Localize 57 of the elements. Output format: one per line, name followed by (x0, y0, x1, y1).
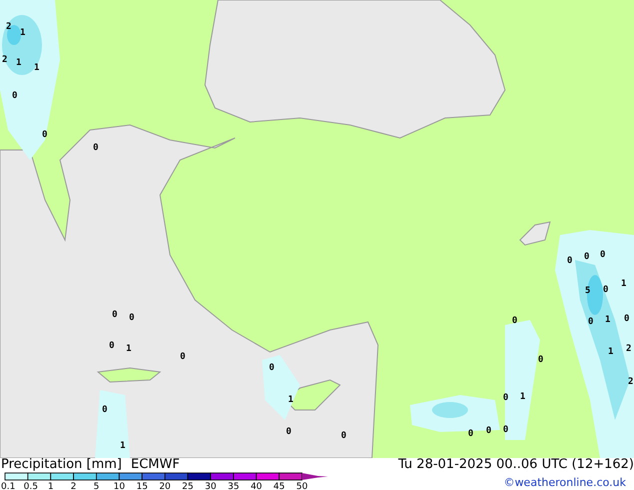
legend-title: Precipitation [mm] (1, 458, 122, 472)
precipitation-value: 1 (20, 28, 26, 38)
scale-arrow-icon (302, 473, 328, 480)
precipitation-value: 0 (102, 405, 108, 415)
precipitation-value: 2 (6, 22, 12, 32)
scale-tick-label: 15 (136, 482, 148, 490)
precipitation-value: 0 (512, 316, 518, 326)
precipitation-value: 1 (288, 395, 294, 405)
precipitation-value: 5 (585, 286, 590, 296)
scale-tick-label: 10 (114, 482, 125, 490)
precipitation-value: 0 (503, 425, 508, 435)
precipitation-value: 1 (120, 441, 126, 451)
precipitation-value: 1 (605, 315, 610, 325)
scale-tick-label: 50 (296, 482, 308, 490)
precipitation-value: 0 (341, 431, 346, 441)
precipitation-value: 2 (2, 55, 8, 65)
precipitation-value: 0 (603, 285, 608, 295)
precipitation-value: 1 (621, 279, 626, 289)
credit-link[interactable]: ©weatheronline.co.uk (504, 476, 626, 489)
valid-time: Tu 28-01-2025 00..06 UTC (12+162) (398, 458, 634, 472)
scale-tick-label: 45 (273, 482, 285, 490)
scale-tick-label: 0.5 (24, 482, 38, 490)
precipitation-value: 0 (584, 252, 590, 262)
precipitation-value: 0 (109, 341, 114, 351)
scale-tick-label: 35 (228, 482, 240, 490)
precipitation-value: 1 (520, 392, 526, 402)
scale-tick-label: 1 (48, 482, 54, 490)
scale-tick-label: 40 (250, 482, 262, 490)
scale-tick-label: 25 (182, 482, 194, 490)
precipitation-value: 0 (468, 429, 474, 439)
precipitation-value: 0 (269, 363, 274, 373)
precipitation-value: 1 (16, 58, 22, 68)
precipitation-value: 0 (600, 250, 606, 260)
precipitation-value: 0 (503, 393, 508, 403)
precipitation-value: 0 (93, 143, 98, 153)
model-name: ECMWF (130, 458, 180, 472)
scale-tick-label: 5 (94, 482, 100, 490)
precipitation-value: 0 (12, 91, 18, 101)
precipitation-value: 0 (286, 427, 292, 437)
precipitation-value: 0 (588, 317, 594, 327)
scale-tick-label: 20 (159, 482, 171, 490)
precipitation-value: 0 (180, 352, 186, 362)
precipitation-value: 2 (626, 344, 632, 354)
scale-tick-label: 0.1 (1, 482, 16, 490)
scale-tick-label: 30 (204, 482, 216, 490)
precipitation-value: 0 (486, 426, 492, 436)
precipitation-value: 1 (34, 63, 40, 73)
precipitation-value: 0 (624, 314, 630, 324)
precipitation-value: 1 (126, 344, 132, 354)
precipitation-value: 0 (42, 130, 48, 140)
precipitation-value: 0 (112, 310, 118, 320)
precipitation-value: 0 (538, 355, 544, 365)
scale-tick-label: 2 (70, 482, 76, 490)
precipitation-value: 0 (129, 313, 134, 323)
precipitation-value: 2 (628, 377, 634, 387)
precipitation-value: 0 (567, 256, 572, 266)
precipitation-value: 1 (608, 347, 614, 357)
